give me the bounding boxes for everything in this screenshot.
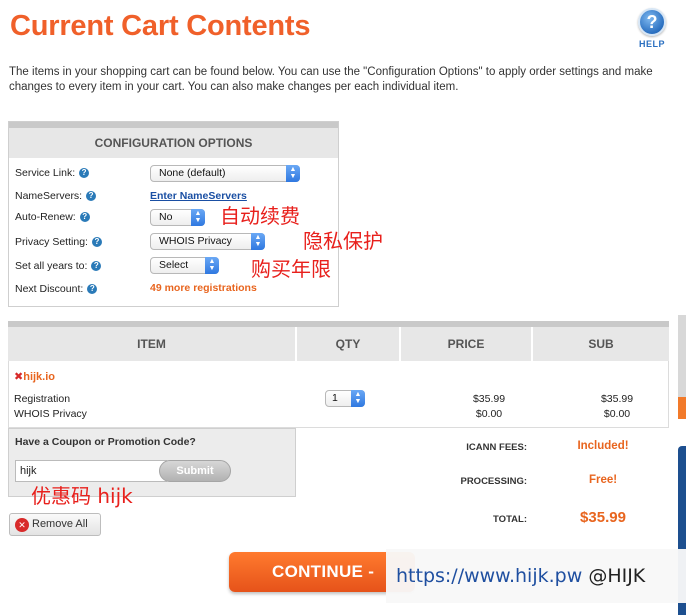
service-link-row: Service Link:? <box>15 167 90 179</box>
processing-label: PROCESSING: <box>460 476 527 487</box>
quantity-select[interactable]: 1 ▲ ▼ <box>325 390 365 407</box>
nameservers-label: NameServers: <box>15 190 83 202</box>
icann-fees-value: Included! <box>577 440 629 452</box>
nameservers-row: NameServers:? <box>15 190 97 202</box>
auto-renew-value: No <box>159 211 173 223</box>
remove-all-button[interactable]: ✕ Remove All <box>9 513 101 536</box>
service-link-select[interactable]: None (default) ▲ ▼ <box>150 165 300 182</box>
column-qty: QTY <box>335 337 361 351</box>
total-value: $35.99 <box>580 509 626 526</box>
select-arrows-icon: ▲ ▼ <box>351 390 365 407</box>
remove-icon: ✕ <box>15 518 29 532</box>
discount-row: Next Discount:? <box>15 283 98 295</box>
watermark-url: https://www.hijk.pw <box>396 565 583 587</box>
auto-renew-label: Auto-Renew: <box>15 211 76 223</box>
annotation-years: 购买年限 <box>251 257 331 281</box>
help-label: HELP <box>638 39 665 49</box>
annotation-auto-renew: 自动续费 <box>220 204 300 228</box>
table-row: WHOIS Privacy <box>14 408 87 420</box>
total-label: TOTAL: <box>493 514 527 525</box>
privacy-label: Privacy Setting: <box>15 236 88 248</box>
privacy-sub: $0.00 <box>603 408 631 420</box>
help-icon: ? <box>638 8 666 36</box>
quantity-value: 1 <box>332 392 338 404</box>
table-header: ITEM QTY PRICE SUB <box>8 321 669 361</box>
coupon-input[interactable]: hijk <box>15 460 167 482</box>
discount-value: 49 more registrations <box>150 282 257 294</box>
select-arrows-icon: ▲ ▼ <box>191 209 205 226</box>
watermark: https://www.hijk.pw @HIJK <box>386 549 686 603</box>
icann-fees-label: ICANN FEES: <box>466 442 527 453</box>
column-sub: SUB <box>588 337 614 351</box>
select-arrows-icon: ▲ ▼ <box>286 165 300 182</box>
info-icon[interactable]: ? <box>79 212 90 222</box>
select-arrows-icon: ▲ ▼ <box>205 257 219 274</box>
annotation-coupon: 优惠码 hijk <box>31 484 133 508</box>
remove-item-icon[interactable]: ✖ <box>14 371 23 383</box>
configuration-options-header: CONFIGURATION OPTIONS <box>9 122 338 158</box>
submit-coupon-button[interactable]: Submit <box>159 460 231 482</box>
info-icon[interactable]: ? <box>79 168 90 178</box>
column-price: PRICE <box>447 337 485 351</box>
select-arrows-icon: ▲ ▼ <box>251 233 265 250</box>
table-body: ✖hijk.io Registration 1 ▲ ▼ $35.99 $35.99… <box>8 361 669 428</box>
side-tab[interactable] <box>678 315 686 397</box>
years-row: Set all years to:? <box>15 260 102 272</box>
years-label: Set all years to: <box>15 260 88 272</box>
privacy-row: Privacy Setting:? <box>15 236 102 248</box>
info-icon[interactable]: ? <box>87 284 98 294</box>
domain-item: ✖hijk.io <box>14 370 55 383</box>
privacy-price: $0.00 <box>475 408 503 420</box>
page-title: Current Cart Contents <box>10 10 311 42</box>
auto-renew-row: Auto-Renew:? <box>15 211 90 223</box>
discount-label: Next Discount: <box>15 283 84 295</box>
privacy-select[interactable]: WHOIS Privacy ▲ ▼ <box>150 233 265 250</box>
service-link-value: None (default) <box>159 167 226 179</box>
auto-renew-select[interactable]: No ▲ ▼ <box>150 209 205 226</box>
registration-price: $35.99 <box>472 393 506 405</box>
side-tab-active[interactable] <box>678 397 686 419</box>
processing-value: Free! <box>588 474 618 486</box>
years-select[interactable]: Select ▲ ▼ <box>150 257 219 274</box>
info-icon[interactable]: ? <box>86 191 97 201</box>
coupon-title: Have a Coupon or Promotion Code? <box>15 436 196 448</box>
service-link-label: Service Link: <box>15 167 76 179</box>
domain-name: hijk.io <box>23 371 55 383</box>
table-row: Registration <box>14 393 71 405</box>
intro-text: The items in your shopping cart can be f… <box>9 66 653 93</box>
help-button[interactable]: ? HELP <box>632 8 672 49</box>
watermark-handle: @HIJK <box>588 565 646 587</box>
column-item: ITEM <box>137 337 166 351</box>
years-value: Select <box>159 259 189 271</box>
registration-sub: $35.99 <box>600 393 634 405</box>
privacy-value: WHOIS Privacy <box>159 235 232 247</box>
info-icon[interactable]: ? <box>91 261 102 271</box>
info-icon[interactable]: ? <box>91 237 102 247</box>
remove-all-label: Remove All <box>32 518 88 530</box>
annotation-privacy: 隐私保护 <box>303 229 383 253</box>
